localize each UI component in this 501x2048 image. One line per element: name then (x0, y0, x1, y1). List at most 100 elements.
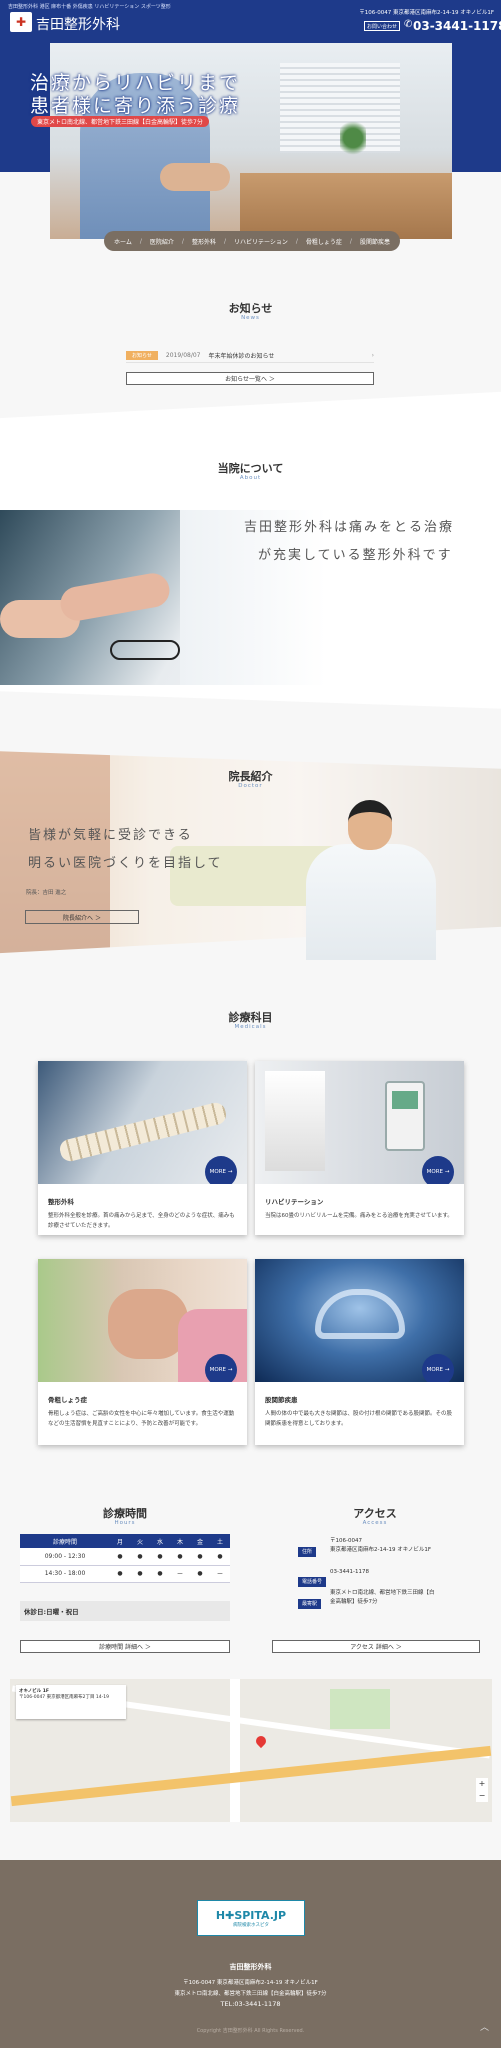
hours-title: 診療時間 (103, 1507, 147, 1520)
map-info-box: オキノビル 1F 〒106-0047 東京都港区南麻布2丁目 14-19 (16, 1685, 126, 1719)
doctor-name: 院長：吉田 進之 (26, 890, 67, 896)
access-title: アクセス (353, 1507, 397, 1520)
nav-item-rehabilitation[interactable]: リハビリテーション (234, 237, 288, 246)
doctor-photo (306, 800, 444, 960)
medical-card-osteoporosis[interactable]: MORE → 骨粗しょう症 骨粗しょう症は、ご高齢の女性を中心に年々増加していま… (38, 1259, 247, 1445)
about-copy-line1: 吉田整形外科は痛みをとる治療 (244, 520, 455, 535)
nav-item-hip[interactable]: 股関節疾患 (360, 237, 390, 246)
access-address-row: 住所 (298, 1538, 317, 1557)
hours-subtitle: Hours (114, 1520, 136, 1526)
header-address: 〒106-0047 東京都港区南麻布2-14-19 オキノビル1F (359, 10, 494, 16)
footer-copyright: Copyright 吉田整形外科 All Rights Reserved. (196, 2028, 305, 2034)
access-address-label: 住所 (298, 1547, 317, 1557)
medical-card-title: リハビリテーション (265, 1198, 324, 1206)
footer-tel[interactable]: TEL:03-3441-1178 (0, 2000, 501, 2008)
doctor-copy-line2: 明るい医院づくりを目指して (28, 856, 223, 871)
news-text: 年末年始休診のお知らせ (208, 353, 275, 360)
access-more-button[interactable]: アクセス 詳細へ ＞ (272, 1640, 480, 1653)
hours-cell: ● (110, 1548, 130, 1566)
medical-card-image: MORE → (255, 1061, 464, 1184)
medical-card-image: MORE → (38, 1061, 247, 1184)
medical-card-title: 骨粗しょう症 (48, 1396, 87, 1404)
hours-cell: 14:30 - 18:00 (20, 1565, 110, 1583)
hours-cell: ● (170, 1548, 190, 1566)
medical-card-desc: 当院は60畳のリハビリルームを完備。痛みをとる治療を充実させています。 (265, 1213, 453, 1219)
hours-cell: ● (130, 1565, 150, 1583)
map-zoom-control[interactable]: + − (476, 1778, 488, 1802)
header-tagline: 吉田整形外科 港区 麻布十番 外傷疾患 リハビリテーション スポーツ整形 (8, 4, 171, 10)
nav-item-clinic[interactable]: 医院紹介 (150, 237, 174, 246)
medical-card-title: 股関節疾患 (265, 1396, 298, 1404)
hours-cell: ● (150, 1565, 170, 1583)
access-tel-row: 電話番号 (298, 1568, 327, 1587)
doctor-subtitle: Doctor (238, 783, 263, 789)
clinic-logo-text[interactable]: 吉田整形外科 (36, 14, 120, 34)
map-pin-icon[interactable] (253, 1733, 269, 1749)
doctor-more-button[interactable]: 院長紹介へ ＞ (25, 910, 139, 924)
hospita-banner[interactable]: H✚SPITA.JP 病院検索ホスピタ (197, 1900, 305, 1936)
medical-card-image: MORE → (255, 1259, 464, 1382)
access-address: 〒106-0047 東京都港区南麻布2-14-19 オキノビル1F (330, 1537, 431, 1555)
hours-table: 診療時間 月 火 水 木 金 土 09:00 - 12:30 ● ● ● ● ●… (20, 1534, 230, 1583)
access-station-row: 最寄駅 (298, 1590, 322, 1609)
hours-cell: ● (150, 1548, 170, 1566)
hours-head-cell: 木 (170, 1534, 190, 1548)
hours-cell: ● (210, 1548, 230, 1566)
nav-item-osteoporosis[interactable]: 骨粗しょう症 (306, 237, 342, 246)
hospita-banner-sub: 病院検索ホスピタ (233, 1922, 269, 1928)
hours-head-cell: 土 (210, 1534, 230, 1548)
hero-copy-line2: 患者様に寄り添う診療 (30, 95, 241, 117)
access-station-line1: 東京メトロ南北線、都営地下鉄三田線【白 (330, 1590, 435, 1596)
table-row: 14:30 - 18:00 ● ● ● ー ● ー (20, 1565, 230, 1583)
medical-card-desc: 骨粗しょう症は、ご高齢の女性を中心に年々増加しています。食生活や運動などの生活習… (48, 1411, 235, 1427)
footer-access: 東京メトロ南北線、都営地下鉄三田線【白金高輪駅】徒歩7分 (174, 1991, 327, 1997)
medical-card-hip[interactable]: MORE → 股関節疾患 人間の体の中で最も大きな関節は、股の付け根の関節である… (255, 1259, 464, 1445)
hours-cell: ー (170, 1565, 190, 1583)
page-top-icon[interactable]: ︿ (480, 2020, 489, 2033)
hours-cell: ー (210, 1565, 230, 1583)
hero-access-badge: 東京メトロ南北線、都営地下鉄三田線【白金高輪駅】徒歩7分 (31, 116, 209, 127)
global-nav: ホーム / 医院紹介 / 整形外科 / リハビリテーション / 骨粗しょう症 / 股関節疾… (104, 231, 400, 251)
medical-title: 診療科目 (228, 1011, 273, 1024)
phone-icon: ✆ (404, 19, 413, 30)
access-address-line2: 東京都港区南麻布2-14-19 オキノビル1F (330, 1546, 431, 1553)
medical-card-desc: 整形外科全般を診療。首の痛みから足まで、全身のどのような症状、痛みも診療させてい… (48, 1213, 235, 1229)
clinic-logo-icon[interactable]: ✚ (10, 12, 32, 32)
inquiry-button[interactable]: お問い合わせ (364, 21, 400, 31)
hours-head-cell: 診療時間 (20, 1534, 110, 1548)
medical-more-button[interactable]: MORE → (205, 1354, 237, 1382)
news-more-button[interactable]: お知らせ一覧へ ＞ (126, 372, 374, 385)
nav-item-home[interactable]: ホーム (114, 237, 132, 246)
table-row: 09:00 - 12:30 ● ● ● ● ● ● (20, 1548, 230, 1566)
nav-item-orthopedics[interactable]: 整形外科 (192, 237, 216, 246)
news-date: 2019/08/07 (165, 352, 201, 359)
hours-cell: ● (190, 1565, 210, 1583)
news-item[interactable]: お知らせ 2019/08/07 年末年始休診のお知らせ › (126, 349, 374, 363)
hours-holiday: 休診日:日曜・祝日 (20, 1601, 230, 1621)
medical-subtitle: Medicals (234, 1024, 267, 1030)
medical-card-rehabilitation[interactable]: MORE → リハビリテーション 当院は60畳のリハビリルームを完備。痛みをとる… (255, 1061, 464, 1235)
news-badge: お知らせ (126, 351, 158, 360)
footer (0, 1860, 501, 2048)
access-station: 東京メトロ南北線、都営地下鉄三田線【白 金高輪駅】徒歩7分 (330, 1589, 435, 1607)
hours-more-button[interactable]: 診療時間 詳細へ ＞ (20, 1640, 230, 1653)
medical-card-orthopedics[interactable]: MORE → 整形外科 整形外科全般を診療。首の痛みから足まで、全身のどのような… (38, 1061, 247, 1235)
footer-clinic-name: 吉田整形外科 (229, 1963, 272, 1971)
medical-more-button[interactable]: MORE → (422, 1156, 454, 1184)
chevron-right-icon: › (371, 352, 374, 359)
about-copy-line2: が充実している整形外科です (258, 548, 453, 563)
about-title: 当院について (217, 462, 284, 475)
medical-more-button[interactable]: MORE → (205, 1156, 237, 1184)
access-tel[interactable]: 03-3441-1178 (330, 1568, 369, 1577)
doctor-title: 院長紹介 (228, 770, 273, 783)
hours-cell: ● (190, 1548, 210, 1566)
map-info-address: 〒106-0047 東京都港区南麻布2丁目 14-19 (19, 1695, 109, 1700)
hospita-banner-title: H✚SPITA.JP (215, 1908, 287, 1922)
header-tel-link[interactable]: 03-3441-1178 (413, 19, 501, 33)
hours-cell: 09:00 - 12:30 (20, 1548, 110, 1566)
hours-head-cell: 水 (150, 1534, 170, 1548)
hours-head-cell: 火 (130, 1534, 150, 1548)
medical-card-title: 整形外科 (48, 1198, 74, 1206)
medical-more-button[interactable]: MORE → (422, 1354, 454, 1382)
google-map[interactable]: オキノビル 1F 〒106-0047 東京都港区南麻布2丁目 14-19 + − (10, 1679, 492, 1822)
